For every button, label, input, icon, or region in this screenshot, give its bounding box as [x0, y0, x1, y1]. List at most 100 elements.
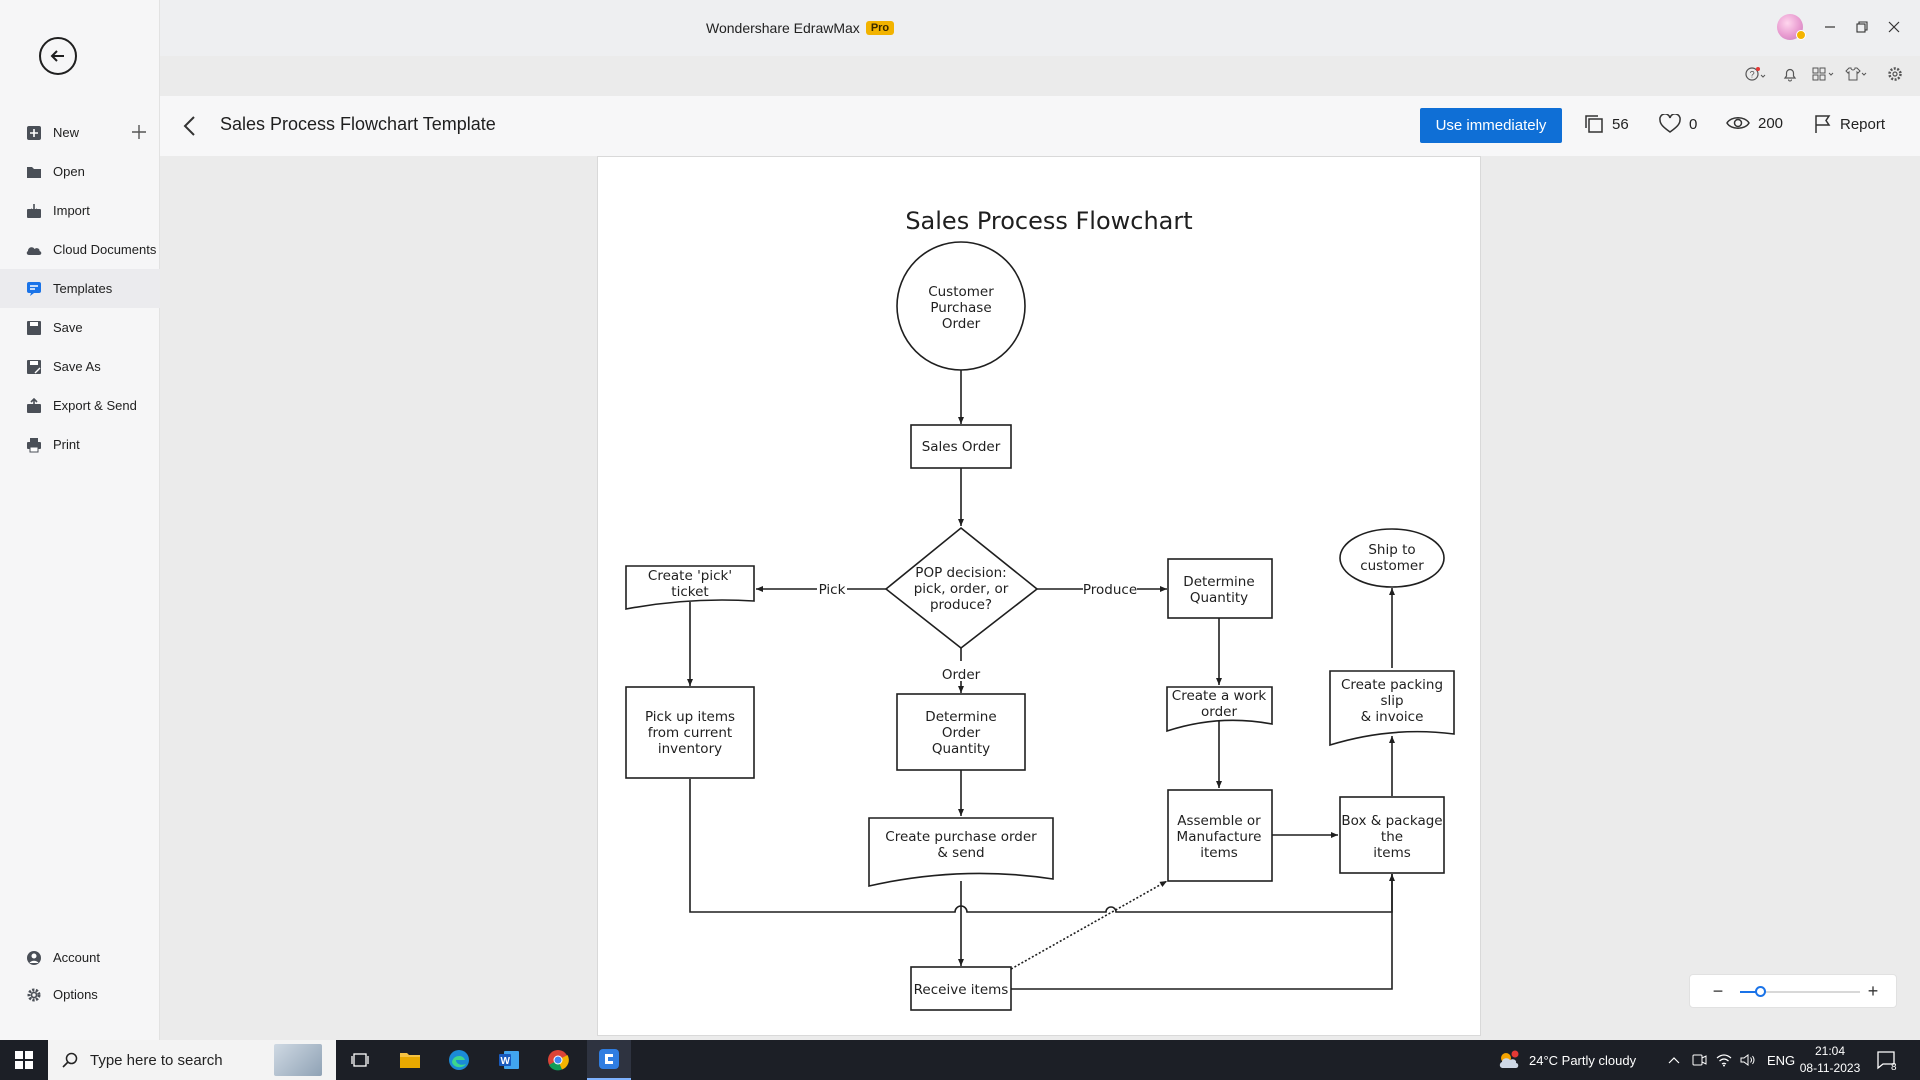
node-label: Box & package — [1341, 813, 1442, 829]
node-label: slip — [1380, 693, 1403, 709]
zoom-control: − + — [1689, 974, 1897, 1008]
plus-icon[interactable] — [130, 123, 148, 141]
close-icon — [1888, 21, 1900, 33]
sidebar-item-label: Options — [53, 987, 98, 1002]
back-button[interactable] — [39, 37, 77, 75]
chevron-up-icon — [1668, 1057, 1680, 1064]
node-label: Determine — [925, 709, 996, 725]
node-label: Sales Order — [922, 439, 1001, 455]
theme-button[interactable] — [1845, 64, 1869, 84]
edge-label-order: Order — [942, 667, 981, 683]
svg-text:W: W — [501, 1056, 511, 1067]
word-button[interactable]: W — [494, 1046, 524, 1074]
minimize-button[interactable] — [1819, 16, 1841, 38]
avatar-status-dot — [1796, 30, 1806, 40]
shirt-icon — [1845, 67, 1867, 81]
windows-logo-icon — [15, 1051, 33, 1069]
node-label: Create packing — [1341, 677, 1443, 693]
volume-button[interactable] — [1740, 1040, 1756, 1080]
sidebar-item-cloud-documents[interactable]: Cloud Documents — [0, 230, 160, 269]
template-preview-canvas: Sales Process Flowchart Pick Produce Ord… — [597, 156, 1481, 1036]
sidebar-item-open[interactable]: Open — [0, 152, 160, 191]
flowchart: Sales Process Flowchart Pick Produce Ord… — [625, 207, 1455, 1011]
like-button[interactable]: 0 — [1659, 114, 1697, 134]
restore-button[interactable] — [1851, 16, 1873, 38]
page-title: Sales Process Flowchart Template — [220, 114, 496, 134]
views-count-value: 200 — [1758, 114, 1784, 132]
zoom-out-button[interactable]: − — [1708, 981, 1728, 1002]
file-explorer-button[interactable] — [395, 1046, 425, 1074]
node-label: ticket — [671, 584, 708, 600]
pages-count[interactable]: 56 — [1584, 114, 1629, 134]
search-icon — [62, 1052, 78, 1068]
save-icon — [25, 319, 43, 337]
sidebar-item-label: Account — [53, 950, 100, 965]
node-label: Receive items — [914, 982, 1009, 998]
sidebar-item-print[interactable]: Print — [0, 425, 160, 464]
arrow-left-icon — [50, 50, 64, 62]
settings-button[interactable] — [1887, 64, 1903, 84]
weather-widget[interactable]: 24°C Partly cloudy — [1497, 1040, 1636, 1080]
sidebar-item-save[interactable]: Save — [0, 308, 160, 347]
notifications-center-button[interactable]: 8 — [1877, 1040, 1899, 1080]
meet-now-button[interactable] — [1691, 1040, 1707, 1080]
task-view-button[interactable] — [345, 1046, 375, 1074]
zoom-slider-handle[interactable] — [1755, 986, 1766, 997]
apps-grid-icon — [1812, 67, 1834, 81]
templates-icon — [25, 280, 43, 298]
settings-icon — [1888, 67, 1902, 81]
sidebar-item-export-send[interactable]: Export & Send — [0, 386, 160, 425]
node-label: items — [1373, 845, 1411, 861]
copy-icon — [1585, 115, 1603, 133]
network-button[interactable] — [1716, 1040, 1732, 1080]
sidebar-item-options[interactable]: Options — [0, 975, 160, 1014]
sidebar-item-templates[interactable]: Templates — [0, 269, 160, 308]
notifications-button[interactable] — [1782, 64, 1798, 84]
node-label: Assemble or — [1177, 813, 1261, 829]
user-icon — [25, 949, 43, 967]
clock[interactable]: 21:04 08-11-2023 — [1796, 1043, 1864, 1077]
help-icon: ? — [1745, 67, 1766, 81]
clock-time: 21:04 — [1814, 1044, 1846, 1058]
start-button[interactable] — [0, 1040, 48, 1080]
sidebar-item-label: Save — [53, 320, 83, 335]
report-button[interactable]: Report — [1814, 114, 1885, 134]
node-label: Order — [942, 316, 981, 332]
edge-browser-button[interactable] — [444, 1046, 474, 1074]
node-label: Quantity — [932, 741, 990, 757]
language-indicator[interactable]: ENG — [1767, 1040, 1795, 1080]
sidebar-item-label: Import — [53, 203, 90, 218]
node-label: Create a work — [1172, 688, 1267, 704]
close-button[interactable] — [1883, 16, 1905, 38]
sidebar-item-label: Save As — [53, 359, 101, 374]
folder-icon — [25, 163, 43, 181]
sidebar-item-save-as[interactable]: Save As — [0, 347, 160, 386]
weather-cloud-icon — [1499, 1050, 1519, 1068]
show-hidden-icons-button[interactable] — [1668, 1040, 1680, 1080]
sidebar-item-import[interactable]: Import — [0, 191, 160, 230]
chevron-left-icon — [183, 116, 195, 136]
node-label: Create 'pick' — [648, 568, 732, 584]
sidebar-item-label: Cloud Documents — [53, 242, 157, 257]
views-count: 200 — [1726, 114, 1783, 132]
node-label: items — [1200, 845, 1238, 861]
chrome-button[interactable] — [543, 1046, 573, 1074]
apps-button[interactable] — [1812, 64, 1836, 84]
header-back-button[interactable] — [180, 114, 200, 143]
sidebar-item-new[interactable]: New — [0, 113, 160, 152]
edrawmax-taskbar-button[interactable] — [587, 1040, 631, 1080]
file-explorer-icon — [400, 1053, 420, 1068]
weather-text: 24°C Partly cloudy — [1529, 1052, 1637, 1068]
node-label: Quantity — [1190, 590, 1248, 606]
use-immediately-button[interactable]: Use immediately — [1420, 108, 1562, 143]
taskbar-search[interactable]: Type here to search — [48, 1040, 336, 1080]
help-button[interactable]: ? — [1745, 64, 1767, 84]
export-icon — [25, 397, 43, 415]
import-icon — [25, 202, 43, 220]
sidebar-item-account[interactable]: Account — [0, 938, 160, 977]
likes-count: 0 — [1689, 115, 1698, 133]
zoom-in-button[interactable]: + — [1863, 981, 1883, 1002]
app-title: Wondershare EdrawMax Pro — [706, 20, 895, 36]
pro-badge: Pro — [865, 21, 895, 35]
sidebar-item-label: Export & Send — [53, 398, 137, 413]
